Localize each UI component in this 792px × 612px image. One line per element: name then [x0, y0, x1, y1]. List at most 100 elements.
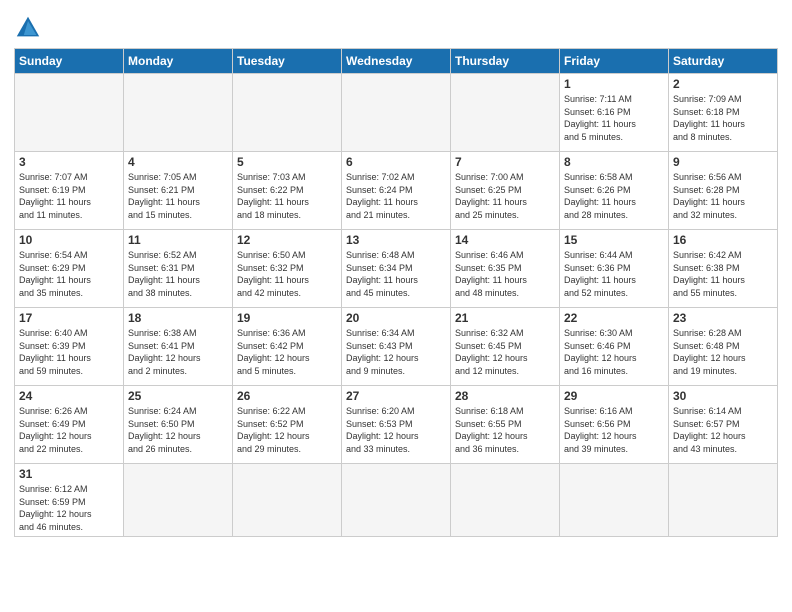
day-number: 8 — [564, 155, 664, 169]
calendar-cell: 9 Sunrise: 6:56 AM Sunset: 6:28 PM Daylig… — [669, 152, 778, 230]
day-info: Sunrise: 6:14 AM Sunset: 6:57 PM Dayligh… — [673, 405, 773, 455]
day-info: Sunrise: 6:18 AM Sunset: 6:55 PM Dayligh… — [455, 405, 555, 455]
day-info: Sunrise: 7:09 AM Sunset: 6:18 PM Dayligh… — [673, 93, 773, 143]
week-row-0: 1 Sunrise: 7:11 AM Sunset: 6:16 PM Daylig… — [15, 74, 778, 152]
calendar-cell — [15, 74, 124, 152]
calendar-cell: 29Sunrise: 6:16 AM Sunset: 6:56 PM Dayli… — [560, 386, 669, 464]
weekday-header-row: SundayMondayTuesdayWednesdayThursdayFrid… — [15, 49, 778, 74]
day-info: Sunrise: 6:58 AM Sunset: 6:26 PM Dayligh… — [564, 171, 664, 221]
day-number: 13 — [346, 233, 446, 247]
day-info: Sunrise: 7:05 AM Sunset: 6:21 PM Dayligh… — [128, 171, 228, 221]
calendar-cell — [124, 464, 233, 537]
calendar-cell: 18 Sunrise: 6:38 AM Sunset: 6:41 PM Dayli… — [124, 308, 233, 386]
day-number: 5 — [237, 155, 337, 169]
day-number: 3 — [19, 155, 119, 169]
calendar-cell: 22 Sunrise: 6:30 AM Sunset: 6:46 PM Dayli… — [560, 308, 669, 386]
calendar-cell — [451, 464, 560, 537]
calendar-cell: 17 Sunrise: 6:40 AM Sunset: 6:39 PM Dayli… — [15, 308, 124, 386]
day-number: 4 — [128, 155, 228, 169]
calendar-cell: 4 Sunrise: 7:05 AM Sunset: 6:21 PM Daylig… — [124, 152, 233, 230]
calendar-cell: 7Sunrise: 7:00 AM Sunset: 6:25 PM Daylig… — [451, 152, 560, 230]
day-number: 19 — [237, 311, 337, 325]
day-number: 23 — [673, 311, 773, 325]
day-number: 22 — [564, 311, 664, 325]
day-number: 27 — [346, 389, 446, 403]
day-number: 2 — [673, 77, 773, 91]
day-info: Sunrise: 7:11 AM Sunset: 6:16 PM Dayligh… — [564, 93, 664, 143]
calendar-cell: 6Sunrise: 7:02 AM Sunset: 6:24 PM Daylig… — [342, 152, 451, 230]
calendar-cell: 16Sunrise: 6:42 AM Sunset: 6:38 PM Dayli… — [669, 230, 778, 308]
calendar-cell — [560, 464, 669, 537]
day-number: 20 — [346, 311, 446, 325]
weekday-header-thursday: Thursday — [451, 49, 560, 74]
day-info: Sunrise: 6:42 AM Sunset: 6:38 PM Dayligh… — [673, 249, 773, 299]
calendar-cell: 31Sunrise: 6:12 AM Sunset: 6:59 PM Dayli… — [15, 464, 124, 537]
day-number: 6 — [346, 155, 446, 169]
calendar-cell — [342, 464, 451, 537]
calendar-cell: 12 Sunrise: 6:50 AM Sunset: 6:32 PM Dayli… — [233, 230, 342, 308]
day-number: 30 — [673, 389, 773, 403]
weekday-header-wednesday: Wednesday — [342, 49, 451, 74]
day-number: 26 — [237, 389, 337, 403]
calendar-cell: 27 Sunrise: 6:20 AM Sunset: 6:53 PM Dayli… — [342, 386, 451, 464]
calendar-cell: 8 Sunrise: 6:58 AM Sunset: 6:26 PM Daylig… — [560, 152, 669, 230]
day-number: 21 — [455, 311, 555, 325]
calendar-cell: 19Sunrise: 6:36 AM Sunset: 6:42 PM Dayli… — [233, 308, 342, 386]
day-number: 11 — [128, 233, 228, 247]
day-number: 1 — [564, 77, 664, 91]
day-info: Sunrise: 6:16 AM Sunset: 6:56 PM Dayligh… — [564, 405, 664, 455]
day-info: Sunrise: 7:00 AM Sunset: 6:25 PM Dayligh… — [455, 171, 555, 221]
day-info: Sunrise: 6:20 AM Sunset: 6:53 PM Dayligh… — [346, 405, 446, 455]
day-number: 17 — [19, 311, 119, 325]
calendar-cell — [233, 74, 342, 152]
calendar-cell: 3Sunrise: 7:07 AM Sunset: 6:19 PM Daylig… — [15, 152, 124, 230]
week-row-3: 17 Sunrise: 6:40 AM Sunset: 6:39 PM Dayli… — [15, 308, 778, 386]
calendar-cell: 11Sunrise: 6:52 AM Sunset: 6:31 PM Dayli… — [124, 230, 233, 308]
day-info: Sunrise: 6:44 AM Sunset: 6:36 PM Dayligh… — [564, 249, 664, 299]
calendar-cell: 1 Sunrise: 7:11 AM Sunset: 6:16 PM Daylig… — [560, 74, 669, 152]
calendar-cell — [233, 464, 342, 537]
calendar-cell: 15 Sunrise: 6:44 AM Sunset: 6:36 PM Dayli… — [560, 230, 669, 308]
day-info: Sunrise: 6:56 AM Sunset: 6:28 PM Dayligh… — [673, 171, 773, 221]
calendar-cell: 13 Sunrise: 6:48 AM Sunset: 6:34 PM Dayli… — [342, 230, 451, 308]
calendar-cell: 14Sunrise: 6:46 AM Sunset: 6:35 PM Dayli… — [451, 230, 560, 308]
day-number: 18 — [128, 311, 228, 325]
calendar-cell: 20 Sunrise: 6:34 AM Sunset: 6:43 PM Dayli… — [342, 308, 451, 386]
day-number: 9 — [673, 155, 773, 169]
day-info: Sunrise: 6:32 AM Sunset: 6:45 PM Dayligh… — [455, 327, 555, 377]
day-info: Sunrise: 6:48 AM Sunset: 6:34 PM Dayligh… — [346, 249, 446, 299]
day-info: Sunrise: 6:26 AM Sunset: 6:49 PM Dayligh… — [19, 405, 119, 455]
weekday-header-sunday: Sunday — [15, 49, 124, 74]
weekday-header-monday: Monday — [124, 49, 233, 74]
day-info: Sunrise: 6:30 AM Sunset: 6:46 PM Dayligh… — [564, 327, 664, 377]
day-number: 12 — [237, 233, 337, 247]
day-number: 25 — [128, 389, 228, 403]
day-info: Sunrise: 6:40 AM Sunset: 6:39 PM Dayligh… — [19, 327, 119, 377]
weekday-header-friday: Friday — [560, 49, 669, 74]
page: SundayMondayTuesdayWednesdayThursdayFrid… — [0, 0, 792, 612]
day-info: Sunrise: 6:50 AM Sunset: 6:32 PM Dayligh… — [237, 249, 337, 299]
day-number: 15 — [564, 233, 664, 247]
day-info: Sunrise: 6:24 AM Sunset: 6:50 PM Dayligh… — [128, 405, 228, 455]
week-row-5: 31Sunrise: 6:12 AM Sunset: 6:59 PM Dayli… — [15, 464, 778, 537]
calendar-cell: 23Sunrise: 6:28 AM Sunset: 6:48 PM Dayli… — [669, 308, 778, 386]
day-number: 31 — [19, 467, 119, 481]
calendar-cell: 30 Sunrise: 6:14 AM Sunset: 6:57 PM Dayli… — [669, 386, 778, 464]
day-number: 10 — [19, 233, 119, 247]
calendar-cell: 21 Sunrise: 6:32 AM Sunset: 6:45 PM Dayli… — [451, 308, 560, 386]
day-info: Sunrise: 6:54 AM Sunset: 6:29 PM Dayligh… — [19, 249, 119, 299]
day-number: 28 — [455, 389, 555, 403]
calendar-cell: 26Sunrise: 6:22 AM Sunset: 6:52 PM Dayli… — [233, 386, 342, 464]
header — [14, 10, 778, 42]
calendar-cell: 2 Sunrise: 7:09 AM Sunset: 6:18 PM Daylig… — [669, 74, 778, 152]
day-info: Sunrise: 7:03 AM Sunset: 6:22 PM Dayligh… — [237, 171, 337, 221]
week-row-1: 3Sunrise: 7:07 AM Sunset: 6:19 PM Daylig… — [15, 152, 778, 230]
calendar-cell — [342, 74, 451, 152]
day-info: Sunrise: 6:34 AM Sunset: 6:43 PM Dayligh… — [346, 327, 446, 377]
logo — [14, 14, 46, 42]
day-number: 14 — [455, 233, 555, 247]
calendar-cell: 10 Sunrise: 6:54 AM Sunset: 6:29 PM Dayli… — [15, 230, 124, 308]
day-info: Sunrise: 6:38 AM Sunset: 6:41 PM Dayligh… — [128, 327, 228, 377]
weekday-header-tuesday: Tuesday — [233, 49, 342, 74]
week-row-4: 24Sunrise: 6:26 AM Sunset: 6:49 PM Dayli… — [15, 386, 778, 464]
